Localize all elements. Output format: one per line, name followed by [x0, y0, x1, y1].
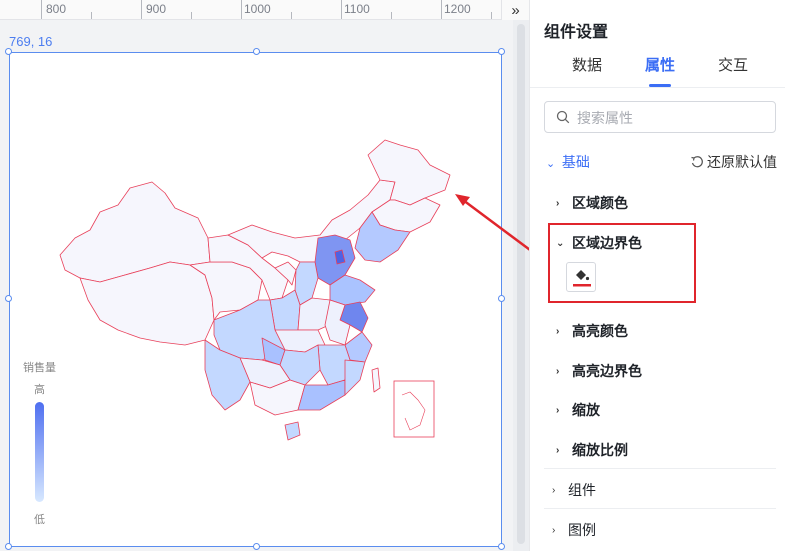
prop-zoom-label: 缩放	[572, 402, 600, 418]
region-guangxi	[249, 379, 306, 416]
search-box[interactable]	[544, 101, 776, 133]
legend-high-label: 高	[34, 384, 45, 396]
region-taiwan	[371, 367, 381, 393]
section-basic[interactable]: ⌄ 基础	[546, 152, 590, 172]
group-legend-label: 图例	[568, 522, 596, 538]
group-legend[interactable]: › 图例	[552, 520, 596, 540]
china-map	[59, 139, 529, 441]
search-input[interactable]	[577, 107, 767, 129]
chevron-right-icon: ›	[552, 524, 556, 536]
panel-title: 组件设置	[544, 24, 609, 41]
tab-properties[interactable]: 属性	[645, 54, 675, 75]
prop-zoom-ratio-label: 缩放比例	[572, 442, 628, 458]
divider	[544, 468, 776, 469]
tab-interaction[interactable]: 交互	[718, 54, 748, 75]
prop-highlight-border-color-label: 高亮边界色	[572, 363, 642, 379]
prop-zoom[interactable]: › 缩放	[556, 400, 600, 420]
group-component-label: 组件	[568, 482, 596, 498]
region-fujian	[344, 359, 366, 396]
search-icon	[556, 110, 570, 124]
chevron-right-icon: ›	[556, 404, 560, 416]
chevron-right-icon: ›	[556, 365, 560, 377]
chevron-right-icon: ›	[556, 325, 560, 337]
prop-highlight-color-label: 高亮颜色	[572, 323, 628, 339]
region-hainan	[284, 421, 301, 441]
canvas-area[interactable]: 800 900 1000 1100 1200 » 769, 16 销售量 高 低	[0, 0, 529, 551]
legend-gradient-bar	[35, 402, 44, 502]
legend-low-label: 低	[34, 514, 45, 526]
tab-data[interactable]: 数据	[572, 54, 602, 75]
restore-default-label: 还原默认值	[707, 154, 777, 170]
prop-highlight-color[interactable]: › 高亮颜色	[556, 321, 628, 341]
legend-title: 销售量	[23, 362, 56, 374]
divider	[544, 508, 776, 509]
chevron-right-icon: ›	[552, 484, 556, 496]
group-component[interactable]: › 组件	[552, 480, 596, 500]
prop-zoom-ratio[interactable]: › 缩放比例	[556, 440, 628, 460]
chevron-right-icon: ›	[556, 444, 560, 456]
undo-icon	[691, 156, 703, 168]
chevron-right-icon: ›	[556, 197, 560, 209]
tabs-divider	[530, 87, 785, 88]
chevron-down-icon: ⌄	[546, 158, 556, 170]
prop-region-color[interactable]: › 区域颜色	[556, 193, 628, 213]
restore-default-button[interactable]: 还原默认值	[690, 152, 777, 172]
prop-region-color-label: 区域颜色	[572, 195, 628, 211]
annotation-highlight-box	[548, 223, 696, 303]
prop-highlight-border-color[interactable]: › 高亮边界色	[556, 361, 642, 381]
section-basic-label: 基础	[561, 154, 590, 170]
